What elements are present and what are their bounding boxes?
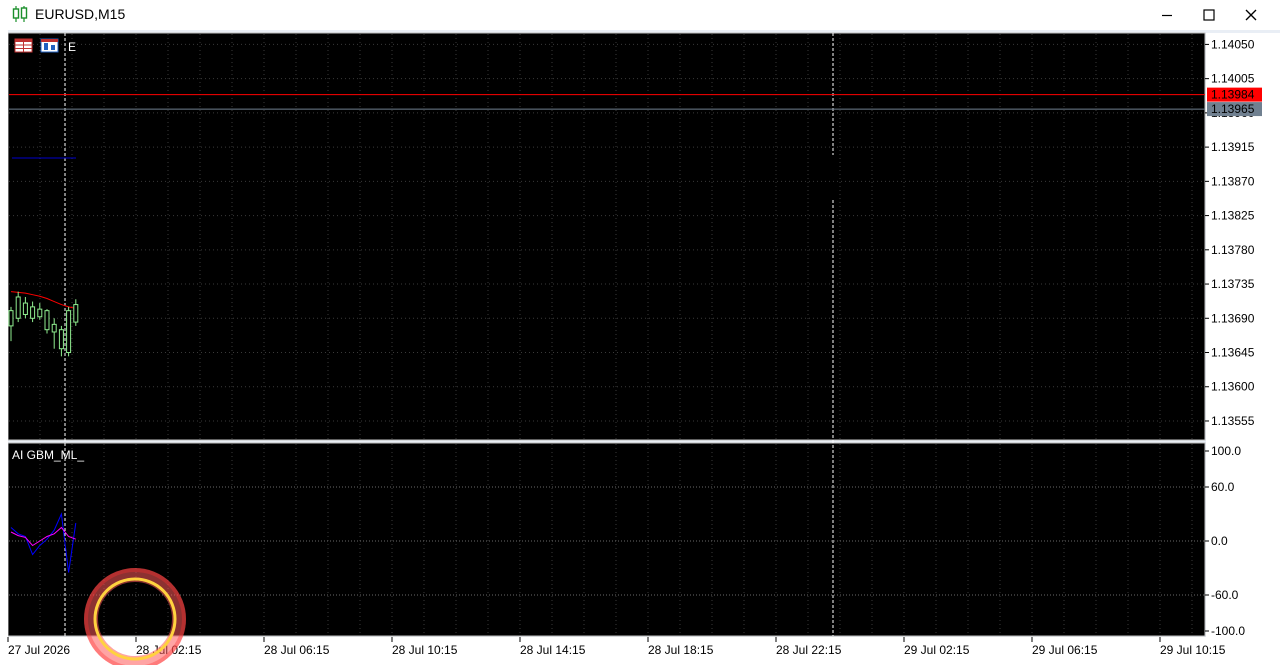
candle-body [22, 302, 28, 315]
candle-body [30, 306, 36, 319]
price-label: 1.13870 [1211, 174, 1255, 188]
price-chart[interactable]: 1.140501.140051.139601.139151.138701.138… [0, 0, 1280, 665]
price-label: 1.13780 [1211, 243, 1255, 257]
candle-body [15, 296, 21, 319]
indicator-level-label: 0.0 [1211, 534, 1228, 548]
time-label: 27 Jul 2026 [8, 643, 70, 657]
candle-body [66, 310, 72, 354]
time-label: 28 Jul 10:15 [392, 643, 458, 657]
price-label: 1.13915 [1211, 140, 1255, 154]
price-label: 1.13555 [1211, 414, 1255, 428]
time-label: 28 Jul 06:15 [264, 643, 330, 657]
indicator-level-label: -100.0 [1211, 624, 1245, 638]
candle-body [58, 329, 64, 350]
indicator-level-label: 60.0 [1211, 480, 1235, 494]
price-label: 1.13690 [1211, 311, 1255, 325]
candle-body [8, 310, 14, 327]
price-label: 1.13600 [1211, 380, 1255, 394]
trade-panel-icon[interactable] [14, 38, 33, 53]
time-label: 29 Jul 02:15 [904, 643, 970, 657]
indicator-level-label: -60.0 [1211, 588, 1239, 602]
price-label: 1.14005 [1211, 72, 1255, 86]
candle-body [44, 310, 50, 331]
time-label: 28 Jul 14:15 [520, 643, 586, 657]
indicator-level-label: 100.0 [1211, 444, 1241, 458]
time-label: 29 Jul 06:15 [1032, 643, 1098, 657]
indicator-name: AI GBM_ML_ [12, 448, 84, 462]
chart-window-icon[interactable] [40, 38, 59, 53]
bid-price-label: 1.13965 [1211, 102, 1255, 116]
time-label: 29 Jul 10:15 [1160, 643, 1226, 657]
candle-body [37, 308, 43, 318]
time-label: 28 Jul 18:15 [648, 643, 714, 657]
price-label: 1.14050 [1211, 37, 1255, 51]
candle-body [73, 304, 79, 323]
left-border [0, 30, 8, 640]
trade-label: E [68, 40, 76, 54]
indicator-pane[interactable] [7, 442, 1206, 637]
price-label: 1.13645 [1211, 346, 1255, 360]
candle-body [51, 323, 57, 333]
price-label: 1.13825 [1211, 209, 1255, 223]
time-label: 28 Jul 22:15 [776, 643, 842, 657]
price-pane[interactable] [7, 32, 1206, 441]
price-label: 1.13735 [1211, 277, 1255, 291]
ask-price-label: 1.13984 [1211, 88, 1255, 102]
